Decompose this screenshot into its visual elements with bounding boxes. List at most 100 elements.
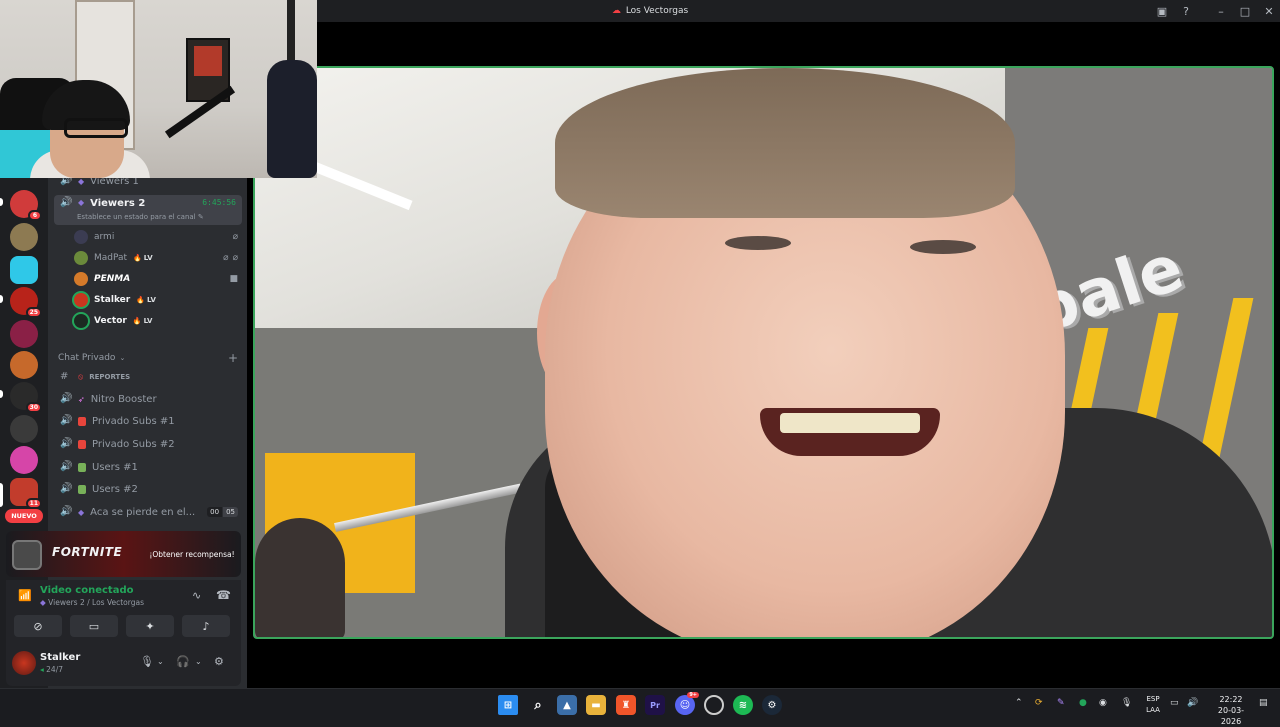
speaker-active-icon: 🔊 [60,197,73,208]
server-icon[interactable]: 6 [10,190,42,221]
video-mate-cup [255,518,345,637]
pencil-icon: ✎ [197,213,204,221]
discord-badge: 9+ [687,692,699,698]
tray-pen-icon[interactable]: ✎ [1057,698,1065,708]
avatar [74,251,88,265]
voice-user-stalker[interactable]: Stalker LV [74,291,242,309]
avatar [74,293,88,307]
steam-icon[interactable]: ⚙ [762,695,782,715]
speaker-icon: 🔊 [60,415,73,426]
soundboard-icon: ♪ [202,619,210,633]
channel-aca-se-pierde[interactable]: 🔊 ◆ Aca se pierde en el... 00 05 [54,502,242,522]
server-icon[interactable]: 25 [10,287,42,318]
add-channel-icon[interactable]: + [228,351,238,365]
noise-suppression-icon[interactable]: ∿ [192,589,201,602]
disconnect-icon[interactable]: ☎ [216,588,231,602]
obs-icon[interactable] [704,695,724,715]
clock[interactable]: 22:22 20-03-2026 [1208,694,1254,727]
close-button[interactable]: ✕ [1258,0,1280,22]
voice-user-armi[interactable]: armi ⌀ [74,228,242,246]
webcam-overlay [0,0,317,178]
channel-status-hint[interactable]: Establece un estado para el canal ✎ [77,213,204,221]
channel-users-1[interactable]: 🔊 Users #1 [54,457,242,477]
spotify-icon[interactable]: ≋ [733,695,753,715]
minimize-button[interactable]: – [1210,0,1232,22]
chevron-down-icon[interactable]: ⌄ [157,657,164,666]
server-icon[interactable] [10,223,38,251]
channel-emoji-icon: ◆ [78,507,85,517]
server-icon[interactable] [10,415,38,443]
voice-user-penma[interactable]: PENMA ■ [74,270,242,288]
quest-promo-banner[interactable]: FORTNITE ¡Obtener recompensa! [6,531,241,577]
channel-nitro-booster[interactable]: 🔊 ➶ Nitro Booster [54,389,242,409]
brave-browser-icon[interactable]: ♜ [616,695,636,715]
category-chat-privado[interactable]: Chat Privado ⌄ + [58,351,238,365]
start-windows-icon[interactable]: ⊞ [498,695,518,715]
green-square-icon [78,484,86,494]
settings-gear-icon[interactable]: ⚙ [214,655,224,668]
rocket-icon: ➶ [78,394,85,404]
server-icon-los-vectorgas[interactable]: 11 [10,478,42,509]
speaker-icon: 🔊 [60,393,73,404]
video-tile-stalker[interactable]: bale [253,66,1274,639]
help-icon[interactable]: ? [1175,0,1197,22]
inbox-icon[interactable]: ▣ [1151,0,1173,22]
maximize-button[interactable]: □ [1234,0,1256,22]
chevron-down-icon[interactable]: ⌄ [195,657,202,666]
selected-indicator [0,483,3,507]
voice-location[interactable]: ◆ Viewers 2 / Los Vectorgas [40,598,144,607]
voice-user-madpat[interactable]: MadPat LV ⌀⌀ [74,249,242,267]
channel-reportes[interactable]: # ⦸ REPORTES [54,367,242,387]
tray-sync-icon[interactable]: ⟳ [1035,698,1043,708]
unread-indicator [0,390,3,398]
camera-off-button[interactable]: ⊘ [14,615,62,637]
input-language[interactable]: ESP LAA [1143,694,1163,716]
file-explorer-icon[interactable]: ▬ [586,695,606,715]
claim-reward-button[interactable]: ¡Obtener recompensa! [149,545,235,563]
screen-share-button[interactable]: ▭ [70,615,118,637]
unread-indicator [0,295,3,303]
camera-icon: ■ [229,274,238,284]
volume-icon[interactable]: 🔊 [1187,698,1198,708]
video-hair [555,68,1015,218]
activities-button[interactable]: ✦ [126,615,174,637]
server-icon[interactable] [10,320,38,348]
gallery-icon[interactable]: ▲ [557,695,577,715]
red-square-icon [78,416,86,426]
speaker-icon: 🔊 [60,506,73,517]
premiere-pro-icon[interactable]: Pr [645,695,665,715]
activities-icon: ✦ [145,619,155,633]
server-icon[interactable] [10,446,38,474]
search-icon[interactable]: ⌕ [528,695,548,715]
tray-steam-icon[interactable]: ◉ [1099,698,1107,708]
red-square-icon [78,439,86,449]
server-icon[interactable] [10,351,38,379]
lv-badge: LV [133,317,153,325]
channel-emoji-icon: ◆ [40,598,46,607]
server-icon[interactable]: 30 [10,382,42,413]
avatar[interactable] [12,651,36,675]
no-entry-icon: ⦸ [78,372,84,381]
deafened-icon: ⌀ [232,253,238,263]
camera-off-icon: ⊘ [33,619,43,633]
signal-icon[interactable]: 📶 [18,589,32,602]
tray-mic-icon[interactable]: 🎙 [1121,698,1132,708]
lv-badge: LV [133,254,153,262]
notifications-icon[interactable]: ▤ [1259,698,1268,708]
network-icon[interactable]: ▭ [1170,698,1179,708]
server-icon[interactable] [10,256,38,284]
headphones-icon[interactable]: 🎧 [176,655,190,668]
tray-status-icon[interactable]: ● [1079,698,1087,708]
soundboard-button[interactable]: ♪ [182,615,230,637]
mic-icon[interactable]: 🎙 [140,655,154,668]
game-avatar [12,540,42,570]
avatar [74,314,88,328]
channel-privado-subs-1[interactable]: 🔊 Privado Subs #1 [54,411,242,431]
lv-badge: LV [136,296,156,304]
tray-overflow-icon[interactable]: ⌃ [1015,698,1023,708]
voice-user-vector[interactable]: Vector LV [74,312,242,330]
discord-icon[interactable]: ☺ 9+ [675,692,699,715]
hash-icon: # [60,371,69,382]
channel-users-2[interactable]: 🔊 Users #2 [54,479,242,499]
channel-privado-subs-2[interactable]: 🔊 Privado Subs #2 [54,434,242,454]
